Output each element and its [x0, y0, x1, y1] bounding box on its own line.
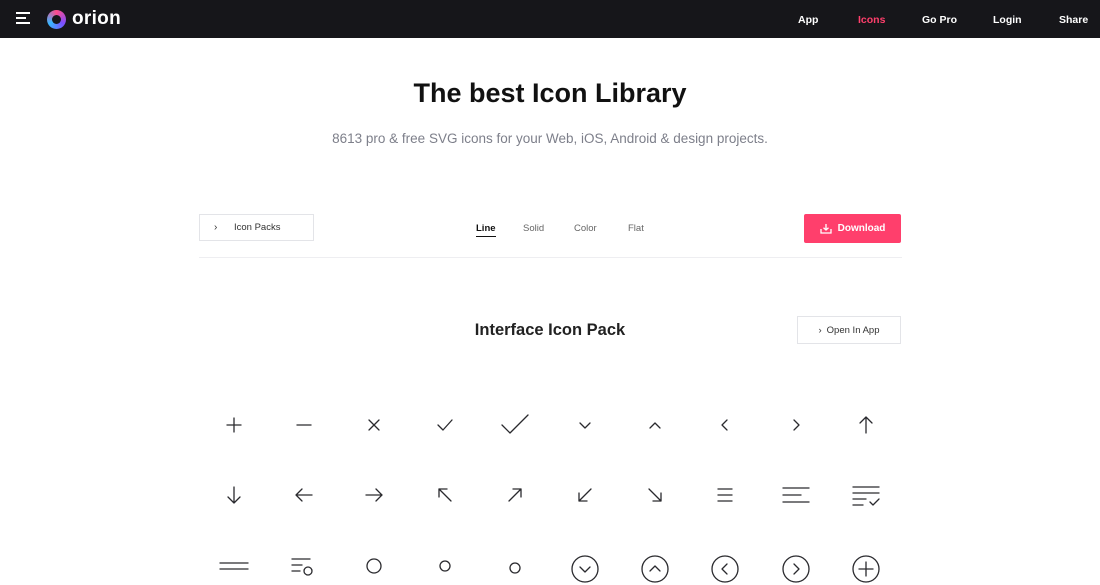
circle-chevron-up-icon: [641, 555, 669, 583]
icon-tile[interactable]: [354, 475, 394, 515]
icon-tile[interactable]: [705, 405, 745, 445]
tab-color[interactable]: Color: [574, 223, 597, 234]
nav-item-login[interactable]: Login: [993, 14, 1022, 26]
toolbar-divider: [199, 257, 902, 258]
nav-item-icons[interactable]: Icons: [858, 14, 885, 26]
tab-line[interactable]: Line: [476, 223, 496, 237]
brand-name: orion: [72, 8, 121, 29]
arrow-down-right-icon: [648, 488, 662, 502]
brand-logo[interactable]: orion: [47, 8, 121, 30]
icon-packs-label: Icon Packs: [234, 222, 281, 233]
circle-chevron-down-icon: [571, 555, 599, 583]
arrow-right-icon: [365, 488, 383, 502]
nav-item-go-pro[interactable]: Go Pro: [922, 14, 957, 26]
icon-tile[interactable]: [214, 405, 254, 445]
arrow-left-icon: [295, 488, 313, 502]
icon-tile[interactable]: [846, 405, 886, 445]
chevron-up-icon: [649, 422, 661, 429]
icon-tile[interactable]: [495, 545, 535, 585]
search-icon: [366, 558, 382, 574]
icon-tile[interactable]: [284, 475, 324, 515]
arrow-up-left-icon: [438, 488, 452, 502]
top-navbar: orion App Icons Go Pro Login Share: [0, 0, 1100, 38]
circle-icon: [509, 562, 521, 574]
chevron-down-icon: [579, 422, 591, 429]
icon-tile[interactable]: [214, 475, 254, 515]
icon-tile[interactable]: [495, 405, 535, 445]
circle-plus-icon: [852, 555, 880, 583]
orion-logo-icon: [47, 9, 66, 29]
icon-tile[interactable]: [284, 405, 324, 445]
page-title: The best Icon Library: [413, 78, 687, 108]
arrow-down-icon: [227, 486, 241, 504]
icon-tile[interactable]: [495, 475, 535, 515]
menu-two-line-icon: [219, 562, 249, 570]
icon-tile[interactable]: [425, 545, 465, 585]
menu-icon: [717, 488, 733, 502]
icon-tile[interactable]: [776, 545, 816, 585]
plus-icon: [226, 417, 242, 433]
arrow-up-right-icon: [508, 488, 522, 502]
chevron-right-icon: ›: [818, 324, 822, 336]
icon-tile[interactable]: [635, 475, 675, 515]
close-icon: [368, 419, 380, 431]
icon-tile[interactable]: [354, 545, 394, 585]
download-icon: [819, 224, 832, 234]
icon-tile[interactable]: [635, 405, 675, 445]
tab-flat[interactable]: Flat: [628, 223, 644, 234]
icon-tile[interactable]: [284, 545, 324, 585]
minus-icon: [296, 424, 312, 426]
pack-title: Interface Icon Pack: [474, 321, 626, 339]
tab-solid[interactable]: Solid: [523, 223, 544, 234]
checklist-icon: [852, 486, 880, 506]
list-search-icon: [291, 558, 313, 576]
icon-tile[interactable]: [214, 545, 254, 585]
download-button[interactable]: Download: [804, 214, 901, 243]
icon-tile[interactable]: [565, 545, 605, 585]
chevron-right-icon: [793, 419, 800, 431]
check-large-icon: [501, 414, 529, 434]
icon-tile[interactable]: [354, 405, 394, 445]
chevron-left-icon: [721, 419, 728, 431]
icon-tile[interactable]: [565, 405, 605, 445]
open-in-app-label: Open In App: [826, 324, 880, 336]
download-label: Download: [837, 223, 886, 234]
icon-tile[interactable]: [846, 545, 886, 585]
icon-tile[interactable]: [705, 475, 745, 515]
zoom-icon: [439, 560, 451, 572]
chevron-right-icon: ›: [214, 222, 218, 233]
check-icon: [437, 419, 453, 431]
page-subtitle: 8613 pro & free SVG icons for your Web, …: [332, 131, 768, 146]
text-align-icon: [782, 487, 810, 503]
icon-tile[interactable]: [846, 475, 886, 515]
open-in-app-button[interactable]: › Open In App: [797, 316, 901, 344]
nav-item-app[interactable]: App: [798, 14, 818, 26]
icon-tile[interactable]: [425, 475, 465, 515]
circle-chevron-left-icon: [711, 555, 739, 583]
nav-item-share[interactable]: Share: [1059, 14, 1088, 26]
icon-tile[interactable]: [776, 475, 816, 515]
arrow-down-left-icon: [578, 488, 592, 502]
circle-chevron-right-icon: [782, 555, 810, 583]
icon-tile[interactable]: [565, 475, 605, 515]
icon-tile[interactable]: [705, 545, 745, 585]
icon-packs-button[interactable]: › Icon Packs: [199, 214, 314, 241]
hamburger-menu-icon[interactable]: [16, 12, 30, 26]
icon-tile[interactable]: [776, 405, 816, 445]
icon-tile[interactable]: [635, 545, 675, 585]
arrow-up-icon: [859, 416, 873, 434]
icon-tile[interactable]: [425, 405, 465, 445]
